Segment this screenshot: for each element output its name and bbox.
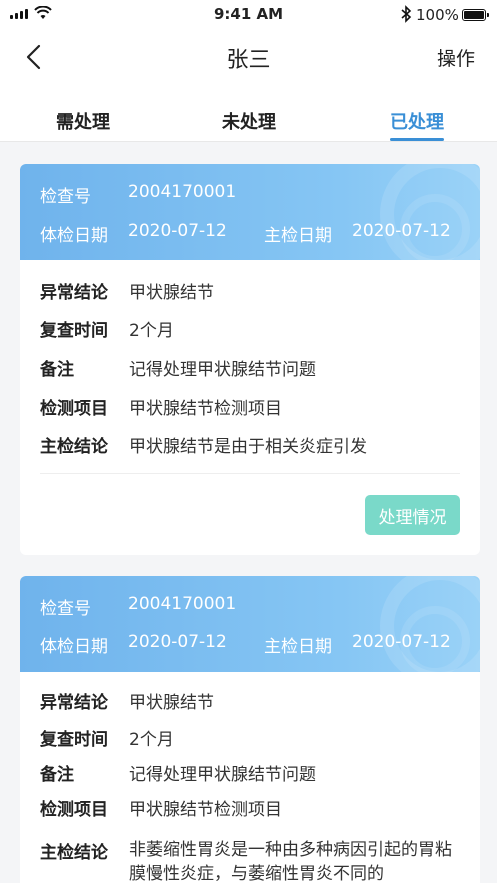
remark-value: 记得处理甲状腺结节问题 xyxy=(129,765,316,785)
recheck-value: 2个月 xyxy=(129,321,174,341)
abnormal-value: 甲状腺结节 xyxy=(129,283,214,303)
conclusion-value: 甲状腺结节是由于相关炎症引发 xyxy=(129,437,367,457)
exam-no-value: 2004170001 xyxy=(128,182,237,202)
battery-icon xyxy=(462,9,489,21)
status-bar: 9:41 AM 100% xyxy=(0,0,497,30)
exam-date-label: 体检日期 xyxy=(40,637,108,657)
tab-bar: 需处理 未处理 已处理 xyxy=(0,84,497,142)
chief-date-value: 2020-07-12 xyxy=(352,221,451,241)
conclusion-row: 主检结论 甲状腺结节是由于相关炎症引发 xyxy=(40,432,367,457)
items-value: 甲状腺结节检测项目 xyxy=(129,399,282,419)
record-card: 检查号 2004170001 体检日期 2020-07-12 主检日期 2020… xyxy=(20,576,480,883)
conclusion-value: 非萎缩性胃炎是一种由多种病因引起的胃粘膜慢性炎症，与萎缩性胃炎不同的 xyxy=(129,840,452,883)
back-arrow-icon[interactable] xyxy=(20,42,50,72)
record-card: 检查号 2004170001 体检日期 2020-07-12 主检日期 2020… xyxy=(20,164,480,555)
exam-no-label: 检查号 xyxy=(40,599,91,619)
remark-row: 备注 记得处理甲状腺结节问题 xyxy=(40,355,316,380)
remark-row: 备注 记得处理甲状腺结节问题 xyxy=(40,760,316,785)
conclusion-row: 主检结论 非萎缩性胃炎是一种由多种病因引起的胃粘膜慢性炎症，与萎缩性胃炎不同的 xyxy=(40,838,452,883)
items-value: 甲状腺结节检测项目 xyxy=(129,800,282,820)
abnormal-label: 异常结论 xyxy=(40,283,108,303)
divider xyxy=(40,473,460,474)
abnormal-label: 异常结论 xyxy=(40,693,108,713)
page-title: 张三 xyxy=(226,48,271,73)
recheck-value: 2个月 xyxy=(129,730,174,750)
remark-label: 备注 xyxy=(40,360,74,380)
conclusion-label: 主检结论 xyxy=(40,437,108,457)
active-tab-indicator xyxy=(390,138,444,141)
items-label: 检测项目 xyxy=(40,399,108,419)
items-row: 检测项目 甲状腺结节检测项目 xyxy=(40,795,282,820)
remark-value: 记得处理甲状腺结节问题 xyxy=(129,360,316,380)
card-header: 检查号 2004170001 体检日期 2020-07-12 主检日期 2020… xyxy=(20,576,480,672)
recheck-row: 复查时间 2个月 xyxy=(40,316,174,341)
action-button[interactable]: 操作 xyxy=(437,44,475,71)
nav-bar: 张三 操作 xyxy=(0,30,497,84)
status-button[interactable]: 处理情况 xyxy=(365,495,460,535)
abnormal-row: 异常结论 甲状腺结节 xyxy=(40,278,214,303)
bluetooth-icon xyxy=(401,5,412,23)
tab-processed[interactable]: 已处理 xyxy=(390,108,444,134)
card-header: 检查号 2004170001 体检日期 2020-07-12 主检日期 2020… xyxy=(20,164,480,260)
battery-percent: 100% xyxy=(416,6,459,24)
exam-date-value: 2020-07-12 xyxy=(128,221,227,241)
chief-date-label: 主检日期 xyxy=(264,226,332,246)
exam-no-value: 2004170001 xyxy=(128,594,237,614)
chief-date-value: 2020-07-12 xyxy=(352,632,451,652)
recheck-label: 复查时间 xyxy=(40,321,108,341)
exam-no-label: 检查号 xyxy=(40,187,91,207)
tab-need-process[interactable]: 需处理 xyxy=(56,108,110,134)
tab-unprocessed[interactable]: 未处理 xyxy=(222,108,276,134)
items-label: 检测项目 xyxy=(40,800,108,820)
recheck-label: 复查时间 xyxy=(40,730,108,750)
chief-date-label: 主检日期 xyxy=(264,637,332,657)
exam-date-value: 2020-07-12 xyxy=(128,632,227,652)
conclusion-label: 主检结论 xyxy=(40,843,108,863)
remark-label: 备注 xyxy=(40,765,74,785)
exam-date-label: 体检日期 xyxy=(40,226,108,246)
recheck-row: 复查时间 2个月 xyxy=(40,725,174,750)
items-row: 检测项目 甲状腺结节检测项目 xyxy=(40,394,282,419)
abnormal-row: 异常结论 甲状腺结节 xyxy=(40,688,214,713)
abnormal-value: 甲状腺结节 xyxy=(129,693,214,713)
